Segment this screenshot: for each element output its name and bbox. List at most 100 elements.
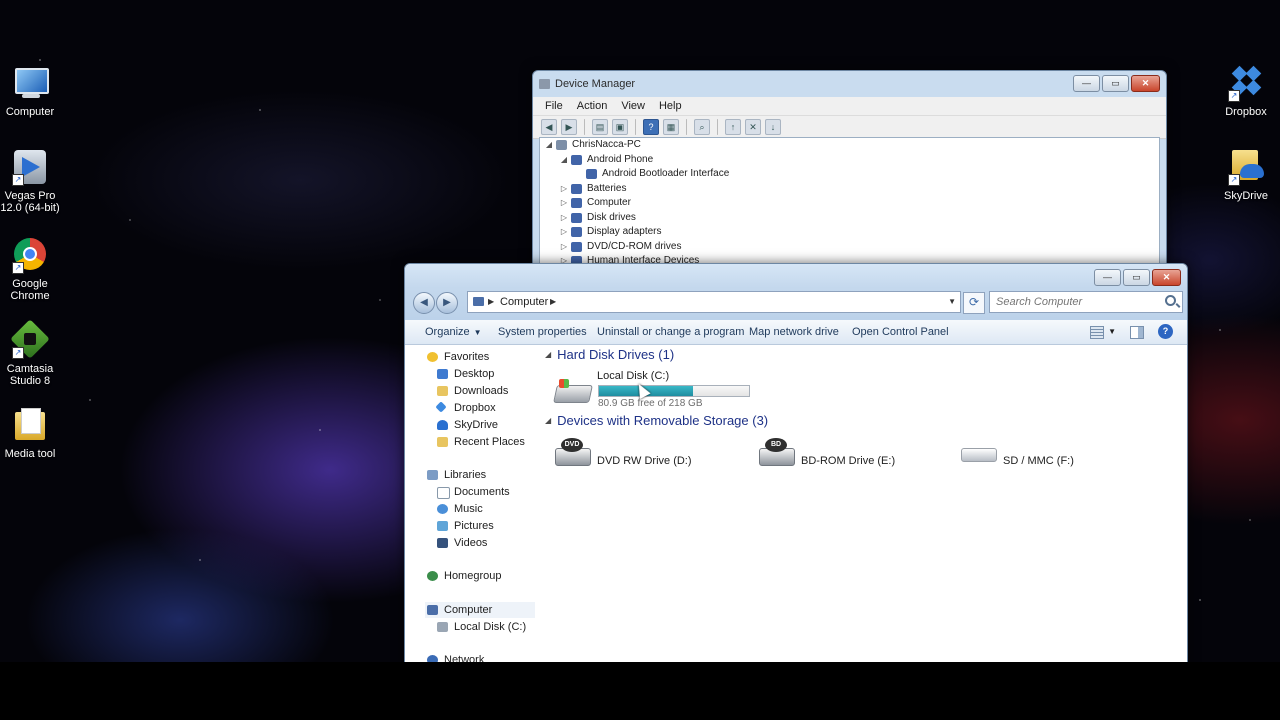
menu-file[interactable]: File [545, 97, 563, 115]
change-view-button[interactable]: ▼ [1090, 324, 1116, 339]
group-hard-disk-drives[interactable]: ◢ Hard Disk Drives (1) [545, 346, 674, 364]
nav-computer[interactable]: Computer [425, 602, 535, 618]
hard-drive-icon [553, 377, 593, 405]
collapsed-triangle-icon[interactable]: ▷ [559, 240, 569, 255]
desktop-icon-dropbox[interactable]: ↗ Dropbox [1214, 65, 1278, 118]
maximize-button[interactable]: ▭ [1123, 269, 1150, 286]
minimize-button[interactable]: — [1094, 269, 1121, 286]
tree-item-label: Android Phone [587, 153, 654, 165]
explorer-titlebar[interactable]: — ▭ ✕ [405, 264, 1187, 288]
tree-item-label: Display adapters [587, 226, 662, 237]
refresh-button[interactable]: ⟳ [963, 292, 985, 314]
tree-item[interactable]: ▷ Computer [540, 196, 1159, 211]
tree-item[interactable]: ▷ Disk drives [540, 211, 1159, 226]
desktop-icon-media-tool[interactable]: Media tool [0, 408, 62, 460]
skydrive-icon: ↗ [1228, 150, 1264, 186]
toolbar-separator [635, 119, 636, 135]
recent-places-icon [437, 437, 448, 447]
music-icon [437, 504, 448, 514]
toolbar: ◀ ▶ ▤ ▣ ? ▦ ⌕ ↑ ✕ ↓ [533, 116, 1166, 139]
menu-help[interactable]: Help [659, 97, 682, 115]
sd-card-drive-icon [959, 438, 997, 466]
open-control-panel-button[interactable]: Open Control Panel [852, 320, 949, 344]
chevron-right-icon[interactable]: ▶ [550, 292, 556, 312]
toolbar-separator [686, 119, 687, 135]
tree-item[interactable]: ▷ Display adapters [540, 225, 1159, 240]
device-manager-window[interactable]: Device Manager — ▭ ✕ File Action View He… [532, 70, 1167, 268]
device-icon [571, 212, 582, 223]
back-arrow-icon[interactable]: ◀ [541, 119, 557, 135]
group-removable-storage[interactable]: ◢ Devices with Removable Storage (3) [545, 412, 768, 430]
uninstall-program-button[interactable]: Uninstall or change a program [597, 320, 744, 344]
organize-button[interactable]: Organize ▼ [425, 320, 482, 345]
drive-dvd-rw-d[interactable]: DVD DVD RW Drive (D:) [553, 438, 733, 476]
collapsed-triangle-icon[interactable]: ▷ [559, 182, 569, 197]
show-hide-console-icon[interactable]: ▤ [592, 119, 608, 135]
maximize-button[interactable]: ▭ [1102, 75, 1129, 92]
search-box[interactable] [989, 291, 1183, 313]
tree-item[interactable]: ◢ Android Phone [540, 153, 1159, 168]
help-icon[interactable]: ? [1158, 324, 1173, 339]
device-icon [571, 227, 582, 237]
desktop-icon-computer[interactable]: Computer [0, 66, 62, 118]
videos-icon [437, 538, 448, 548]
device-tree[interactable]: ◢ ChrisNacca-PC ◢ Android Phone Android Boot… [539, 137, 1160, 267]
view-icon[interactable]: ▦ [663, 119, 679, 135]
disable-device-icon[interactable]: ↓ [765, 119, 781, 135]
expanded-triangle-icon[interactable]: ◢ [559, 153, 569, 168]
address-bar[interactable]: ▶ Computer ▶ ▼ [467, 291, 961, 313]
desktop-icon-chrome[interactable]: ↗ Google Chrome [0, 238, 62, 302]
update-driver-icon[interactable]: ↑ [725, 119, 741, 135]
scan-hardware-icon[interactable]: ⌕ [694, 119, 710, 135]
desktop-icon-vegas[interactable]: ↗ Vegas Pro 12.0 (64-bit) [0, 150, 62, 214]
pictures-icon [437, 521, 448, 531]
computer-icon [473, 297, 484, 306]
device-icon [571, 198, 582, 208]
tree-item[interactable]: Android Bootloader Interface [540, 167, 1159, 182]
chevron-down-icon[interactable]: ▼ [948, 292, 956, 312]
device-manager-titlebar[interactable]: Device Manager — ▭ ✕ [533, 71, 1166, 97]
desktop-icon-skydrive[interactable]: ↗ SkyDrive [1214, 150, 1278, 202]
system-properties-button[interactable]: System properties [498, 320, 587, 344]
breadcrumb-computer[interactable]: Computer [500, 292, 548, 312]
collapsed-triangle-icon[interactable]: ▷ [559, 225, 569, 240]
drive-sd-mmc-f[interactable]: SD / MMC (F:) [959, 438, 1139, 476]
disk-usage-bar [598, 385, 750, 397]
expanded-triangle-icon[interactable]: ◢ [544, 138, 554, 153]
properties-icon[interactable]: ▣ [612, 119, 628, 135]
explorer-window[interactable]: — ▭ ✕ ◀ ▶ ▶ Computer ▶ ▼ ⟳ Organize▼ Sy [404, 263, 1188, 662]
menu-view[interactable]: View [621, 97, 645, 115]
chevron-right-icon[interactable]: ▶ [488, 292, 494, 312]
network-icon [427, 655, 438, 662]
collapsed-triangle-icon[interactable]: ▷ [559, 196, 569, 211]
collapse-triangle-icon: ◢ [545, 350, 552, 359]
shortcut-arrow-icon: ↗ [12, 262, 24, 274]
forward-button[interactable]: ▶ [436, 292, 458, 314]
drive-local-disk-c[interactable]: Local Disk (C:) 80.9 GB free of 218 GB [553, 367, 753, 411]
menu-action[interactable]: Action [577, 97, 608, 115]
tree-item[interactable]: ◢ ChrisNacca-PC [540, 138, 1159, 153]
tree-item[interactable]: ▷ DVD/CD-ROM drives [540, 240, 1159, 255]
close-button[interactable]: ✕ [1152, 269, 1181, 286]
tree-item[interactable]: ▷ Batteries [540, 182, 1159, 197]
dropbox-icon [435, 401, 447, 413]
tree-item-label: Computer [587, 197, 631, 208]
minimize-button[interactable]: — [1073, 75, 1100, 92]
close-button[interactable]: ✕ [1131, 75, 1160, 92]
help-icon[interactable]: ? [643, 119, 659, 135]
desktop-icon-camtasia[interactable]: ↗ Camtasia Studio 8 [0, 319, 62, 387]
documents-icon [437, 487, 450, 499]
search-icon[interactable] [1165, 295, 1176, 306]
search-input[interactable] [994, 292, 1158, 312]
back-button[interactable]: ◀ [413, 292, 435, 314]
bd-drive-icon: BD [757, 438, 795, 466]
skydrive-icon [437, 420, 448, 430]
collapsed-triangle-icon[interactable]: ▷ [559, 211, 569, 226]
collapse-triangle-icon: ◢ [545, 416, 552, 425]
tree-item-label: Batteries [587, 182, 627, 194]
drive-bd-rom-e[interactable]: BD BD-ROM Drive (E:) [757, 438, 937, 476]
preview-pane-icon[interactable] [1130, 326, 1144, 339]
uninstall-device-icon[interactable]: ✕ [745, 119, 761, 135]
forward-arrow-icon[interactable]: ▶ [561, 119, 577, 135]
map-network-drive-button[interactable]: Map network drive [749, 320, 839, 344]
